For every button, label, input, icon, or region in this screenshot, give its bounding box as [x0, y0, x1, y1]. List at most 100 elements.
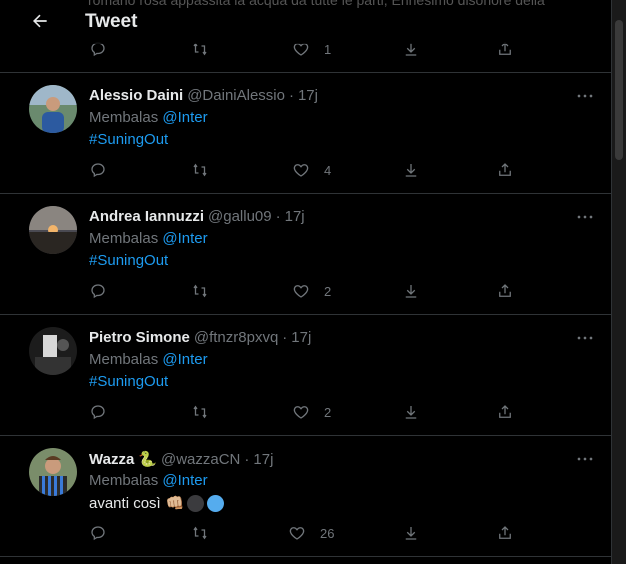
retweet-button[interactable]: [191, 161, 209, 179]
username[interactable]: @gallu09: [208, 208, 272, 225]
hashtag-link[interactable]: #SuningOut: [89, 373, 168, 390]
timestamp[interactable]: 17j: [285, 208, 305, 225]
page-title: Tweet: [85, 11, 138, 32]
share-button[interactable]: [496, 403, 514, 421]
more-button[interactable]: [571, 450, 599, 468]
share-button[interactable]: [496, 524, 514, 542]
like-count: 2: [324, 404, 332, 420]
tweet-item[interactable]: Wazza 🐍 @wazzaCN · 17j Membalas @Inter a…: [0, 436, 611, 557]
separator-dot: ·: [244, 450, 250, 468]
more-icon: [577, 457, 593, 461]
avatar-image: [29, 206, 77, 254]
reply-icon: [91, 163, 105, 178]
share-button[interactable]: [496, 282, 514, 300]
reply-icon: [91, 405, 105, 420]
like-button[interactable]: 4: [292, 161, 331, 179]
like-count: 2: [324, 283, 332, 299]
mention-link[interactable]: @Inter: [162, 472, 207, 489]
more-icon: [577, 94, 593, 98]
tweet-text: avanti così: [89, 494, 161, 512]
tweet-item[interactable]: Andrea Iannuzzi @gallu09 · 17j Membalas …: [0, 194, 611, 315]
more-button[interactable]: [571, 329, 599, 347]
heart-icon: [289, 527, 305, 540]
retweet-icon: [193, 284, 207, 298]
tweet-actions: 4: [0, 161, 611, 183]
username[interactable]: @ftnzr8pxvq: [194, 329, 278, 346]
share-button[interactable]: [496, 161, 514, 179]
timestamp[interactable]: 17j: [298, 87, 318, 104]
more-icon: [577, 215, 593, 219]
retweet-button[interactable]: [191, 524, 209, 542]
avatar-image: [29, 327, 77, 375]
reply-button[interactable]: [89, 524, 107, 542]
reply-button[interactable]: [89, 403, 107, 421]
bookmark-down-icon: [405, 285, 417, 298]
tweet-actions: 2: [0, 403, 611, 425]
bookmark-button[interactable]: [402, 524, 420, 542]
tweet-item[interactable]: Alessio Daini @DainiAlessio · 17j Membal…: [0, 73, 611, 194]
snake-emoji: 🐍: [138, 451, 157, 468]
bookmark-down-icon: [405, 527, 417, 540]
like-button[interactable]: 2: [292, 282, 331, 300]
avatar[interactable]: [29, 206, 77, 254]
timeline-column: romano rosa appassita la acqua da tutte …: [0, 0, 612, 564]
scrollbar-thumb[interactable]: [615, 20, 623, 160]
separator-dot: ·: [275, 208, 281, 225]
display-name[interactable]: Alessio Daini: [89, 87, 183, 104]
reply-icon: [91, 526, 105, 541]
reply-button[interactable]: [89, 282, 107, 300]
avatar[interactable]: [29, 327, 77, 375]
retweet-button[interactable]: [191, 282, 209, 300]
avatar[interactable]: [29, 448, 77, 496]
divider: [0, 556, 611, 557]
replying-to-label: Membalas: [89, 230, 159, 247]
display-name[interactable]: Andrea Iannuzzi: [89, 208, 204, 225]
replying-to-label: Membalas: [89, 109, 159, 126]
bookmark-button[interactable]: [402, 403, 420, 421]
mention-link[interactable]: @Inter: [162, 230, 207, 247]
hashtag-link[interactable]: #SuningOut: [89, 252, 168, 269]
separator-dot: ·: [282, 329, 288, 346]
page-header: romano rosa appassita la acqua da tutte …: [0, 0, 611, 44]
bookmark-button[interactable]: [402, 282, 420, 300]
share-icon: [499, 405, 511, 418]
tweet-actions: 2: [0, 282, 611, 304]
heart-icon: [293, 285, 309, 298]
display-name[interactable]: Pietro Simone: [89, 329, 190, 346]
like-button[interactable]: 2: [292, 403, 331, 421]
fist-emoji: 👊🏼: [165, 495, 185, 512]
timestamp[interactable]: 17j: [253, 451, 273, 468]
like-count: 26: [320, 525, 335, 541]
bookmark-down-icon: [405, 406, 417, 419]
scrollbar[interactable]: [612, 0, 626, 564]
avatar[interactable]: [29, 85, 77, 133]
display-name[interactable]: Wazza: [89, 451, 134, 468]
reply-button[interactable]: [89, 161, 107, 179]
heart-icon: [293, 406, 309, 419]
more-button[interactable]: [571, 208, 599, 226]
more-button[interactable]: [571, 87, 599, 105]
timestamp[interactable]: 17j: [291, 329, 311, 346]
share-icon: [499, 163, 511, 176]
like-button[interactable]: 26: [288, 524, 334, 542]
hashtag-link[interactable]: #SuningOut: [89, 131, 168, 148]
share-icon: [499, 284, 511, 297]
back-button[interactable]: [28, 9, 52, 33]
reply-icon: [91, 284, 105, 299]
more-icon: [577, 336, 593, 340]
replying-to-label: Membalas: [89, 351, 159, 368]
username[interactable]: @DainiAlessio: [187, 87, 285, 104]
mention-link[interactable]: @Inter: [162, 351, 207, 368]
like-count: 4: [324, 162, 332, 178]
avatar-image: [29, 448, 77, 496]
bookmark-button[interactable]: [402, 161, 420, 179]
username[interactable]: @wazzaCN: [161, 451, 240, 468]
arrow-left-icon: [33, 14, 47, 28]
tweet-item[interactable]: Pietro Simone @ftnzr8pxvq · 17j Membalas…: [0, 315, 611, 436]
blue-circle-emoji: [207, 494, 225, 512]
retweet-icon: [193, 526, 207, 540]
retweet-button[interactable]: [191, 403, 209, 421]
mention-link[interactable]: @Inter: [162, 109, 207, 126]
tweet-actions: 26: [0, 524, 611, 546]
retweet-icon: [193, 405, 207, 419]
